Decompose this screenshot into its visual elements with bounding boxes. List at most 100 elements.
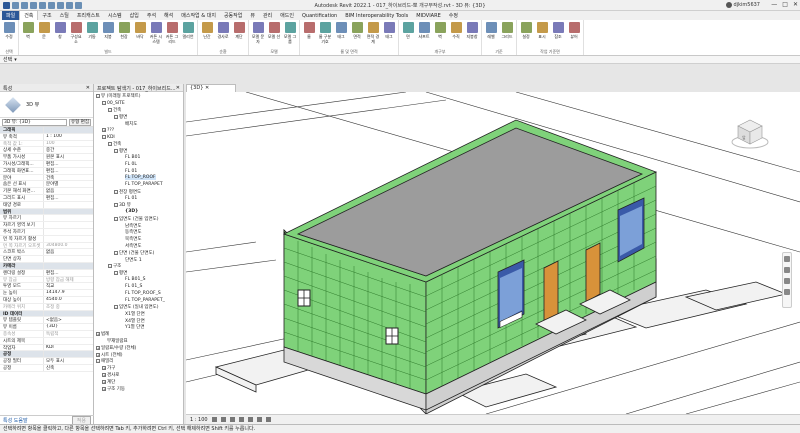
ribbon-button[interactable]: 태그 [382, 22, 396, 49]
property-row[interactable]: 투영 모드 직교 [0, 283, 93, 291]
ribbon-button[interactable]: 샤프트 [417, 22, 431, 49]
ribbon-group-label[interactable]: 룸 및 면적 [302, 49, 396, 55]
select-label[interactable]: 선택 [3, 56, 12, 63]
property-value[interactable]: 4540.0 [44, 297, 93, 303]
ribbon-button[interactable]: 벽 [433, 22, 447, 49]
property-group[interactable]: 그래픽 [0, 127, 93, 134]
ribbon-button[interactable]: 커튼 그리드 [165, 22, 179, 49]
collapse-icon[interactable]: - [114, 114, 118, 119]
revit-logo-icon[interactable] [3, 1, 10, 9]
property-value[interactable]: 편집... [44, 161, 93, 167]
ribbon-tab[interactable]: MIDVIARE [412, 12, 445, 20]
ribbon-button[interactable]: 태그 [334, 22, 348, 49]
expand-icon[interactable]: + [96, 345, 100, 350]
ribbon-tab[interactable]: 프리캐스트 [73, 11, 104, 20]
property-row[interactable]: 뷰 축척 1 : 100 [0, 133, 93, 141]
property-row[interactable]: 먼 쪽 자르기 오프셋 304800.0 [0, 242, 93, 250]
browser-item[interactable]: {3D} [94, 209, 183, 216]
property-row[interactable]: 숨은 선 표시 분야별 [0, 181, 93, 189]
property-group[interactable]: ID 데이터 [0, 310, 93, 318]
ribbon-tab[interactable]: BIM Interoperability Tools [341, 12, 412, 20]
browser-item[interactable]: - 건축 [94, 107, 183, 114]
property-value[interactable]: 304800.0 [44, 243, 93, 249]
property-row[interactable]: 가시성/그래픽... 편집... [0, 160, 93, 168]
property-row[interactable]: 대상 높이 4540.0 [0, 296, 93, 304]
collapse-icon[interactable]: - [114, 271, 118, 276]
crop-view-icon[interactable] [247, 417, 253, 422]
browser-item[interactable]: - 입면도 (일내 입면도) [94, 304, 183, 311]
collapse-icon[interactable]: - [96, 94, 100, 99]
maximize-icon[interactable]: □ [782, 1, 788, 8]
user-account[interactable]: djkim5637 [725, 2, 760, 8]
property-value[interactable]: 편집... [44, 270, 93, 276]
browser-item[interactable]: - 입면도 (건물 입면도) [94, 215, 183, 222]
browser-item[interactable]: + 가구 [94, 365, 183, 372]
open-icon[interactable] [12, 1, 19, 9]
ribbon-button[interactable]: 뷰어 [567, 22, 581, 49]
property-value[interactable] [44, 222, 93, 228]
ribbon-button[interactable]: 표시 [535, 22, 549, 49]
browser-item[interactable]: 배치도 [94, 120, 183, 127]
shadows-icon[interactable] [238, 417, 244, 422]
ribbon-button[interactable]: 수직 [449, 22, 463, 49]
property-value[interactable]: 중간 [44, 147, 93, 153]
browser-item[interactable]: - 단면 (건물 단면도) [94, 249, 183, 256]
property-value[interactable]: 14147.9 [44, 290, 93, 296]
instance-selector[interactable]: 3D 뷰: {3D} [2, 118, 67, 126]
type-selector[interactable]: 3D 뷰 [0, 92, 93, 118]
property-value[interactable]: 조정 중 [44, 304, 93, 310]
property-row[interactable]: 주석 자르기 [0, 228, 93, 236]
property-value[interactable]: 100 [44, 141, 93, 147]
ribbon-button[interactable]: 모델 그룹 [283, 22, 297, 49]
property-row[interactable]: 카메라 위치 조정 중 [0, 303, 93, 311]
browser-item[interactable]: + 일람표/수량 (전체) [94, 344, 183, 351]
ribbon-button[interactable]: 면적 경계 [366, 22, 380, 49]
browser-item[interactable]: FL TOP_PARAPET_ [94, 297, 183, 304]
property-value[interactable] [44, 338, 93, 344]
property-row[interactable]: 기본 해석 화면... 없음 [0, 188, 93, 195]
door-2[interactable] [585, 242, 601, 303]
ribbon-button[interactable]: 계단 [232, 22, 246, 49]
navigation-bar[interactable] [782, 252, 792, 308]
print-icon[interactable] [48, 1, 55, 9]
property-row[interactable]: 눈 높이 14147.9 [0, 290, 93, 297]
close-icon[interactable]: ✕ [176, 85, 180, 91]
browser-item[interactable]: FL 01_S [94, 283, 183, 290]
property-group[interactable]: 카메라 [0, 262, 93, 270]
close-icon[interactable]: ✕ [793, 1, 798, 8]
property-value[interactable]: 원본 표시 [44, 154, 93, 160]
property-row[interactable]: 먼 쪽 자르기 활성 [0, 235, 93, 243]
expand-icon[interactable]: + [96, 332, 100, 337]
ribbon-tab[interactable]: 매스작업 & 대지 [177, 11, 220, 20]
browser-item[interactable]: X4열 단면 [94, 317, 183, 324]
browser-item[interactable]: 남측면도 [94, 222, 183, 229]
collapse-icon[interactable]: - [114, 216, 118, 221]
expand-icon[interactable]: + [102, 366, 106, 371]
property-value[interactable]: 분야별 [44, 181, 93, 187]
ribbon-button[interactable]: 기둥 [85, 22, 99, 49]
collapse-icon[interactable]: - [114, 203, 118, 208]
ribbon-tab[interactable]: 애드인 [276, 11, 298, 20]
browser-item[interactable]: -3D 뷰 [94, 202, 183, 209]
browser-item[interactable]: FL TOP_PARAPET [94, 181, 183, 188]
sun-path-icon[interactable] [229, 417, 235, 422]
ribbon-tab[interactable]: Quantification [298, 12, 341, 20]
ribbon-button[interactable]: 문 [37, 22, 51, 49]
property-value[interactable]: 건축 [44, 175, 93, 181]
browser-item[interactable]: 단면도 1 [94, 256, 183, 263]
ribbon-button[interactable]: 모델 선 [267, 22, 281, 49]
ribbon-button[interactable]: 천장 [117, 22, 131, 49]
ribbon-button[interactable]: 멀리언 [181, 22, 195, 49]
collapse-icon[interactable]: - [114, 305, 118, 310]
property-row[interactable]: 스코프 박스 없음 [0, 249, 93, 257]
ribbon-button[interactable]: 창 [53, 22, 67, 49]
close-icon[interactable]: ✕ [205, 85, 209, 91]
browser-item[interactable]: FL B01 [94, 154, 183, 161]
browser-item[interactable]: 부재일람표 [94, 338, 183, 345]
expand-icon[interactable]: + [102, 128, 106, 133]
ribbon-tab[interactable]: 관리 [259, 11, 276, 20]
property-value[interactable] [44, 256, 93, 262]
property-row[interactable]: 상세 수준 중간 [0, 147, 93, 155]
close-icon[interactable]: ✕ [86, 85, 90, 91]
collapse-icon[interactable]: - [114, 189, 118, 194]
